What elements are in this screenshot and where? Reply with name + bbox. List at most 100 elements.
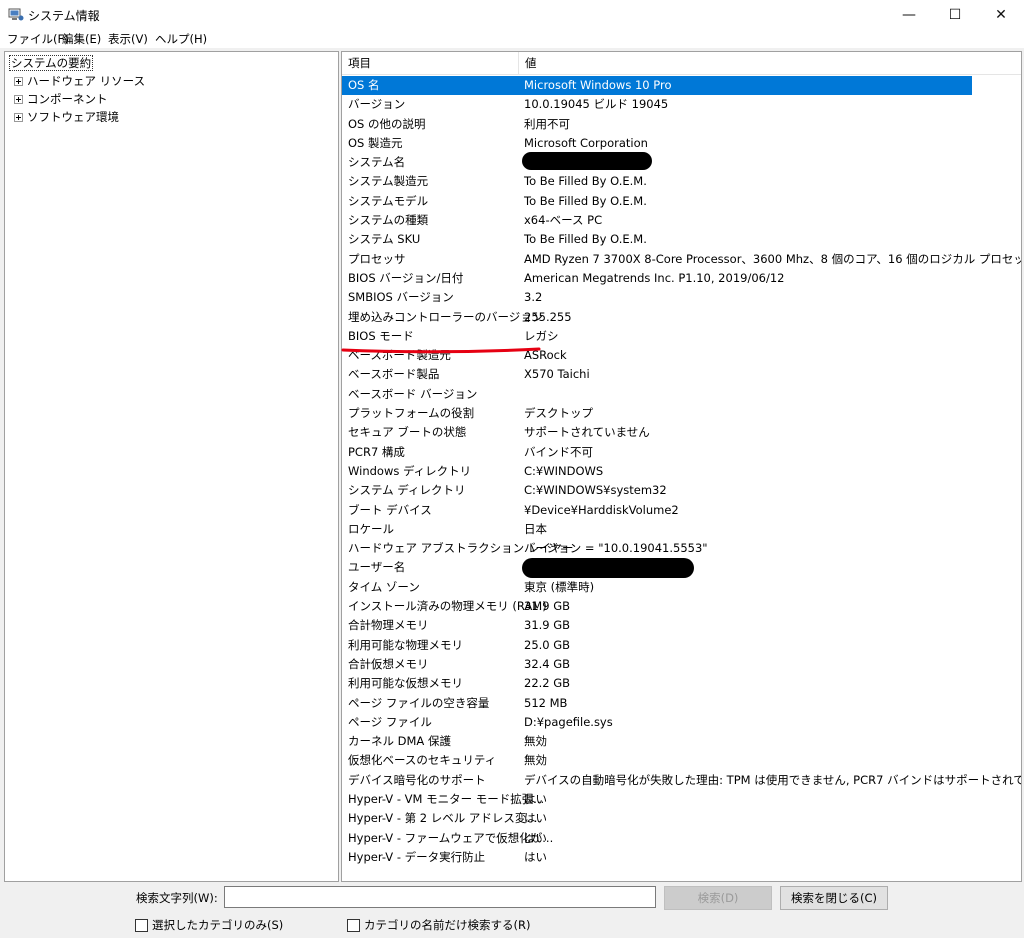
row-value: X570 Taichi [524,367,590,382]
expand-icon[interactable] [14,94,23,104]
table-row[interactable]: BIOS モード レガシ [342,327,1021,346]
row-value: 25.0 GB [524,637,571,652]
search-button[interactable]: 検索(D) [664,886,772,910]
row-item: 仮想化ベースのセキュリティ [348,753,497,768]
menu-view[interactable]: 表示(V) [108,31,148,47]
table-row[interactable]: システム名 [342,153,1021,172]
row-item: インストール済みの物理メモリ (RAM) [348,599,547,614]
table-row[interactable]: ブート デバイス ¥Device¥HarddiskVolume2 [342,501,1021,520]
row-value: D:¥pagefile.sys [524,714,613,729]
table-row[interactable]: ページ ファイルの空き容量 512 MB [342,694,1021,713]
column-header-value[interactable]: 値 [519,52,1020,74]
menu-edit[interactable]: 編集(E) [62,31,101,47]
table-row[interactable]: プロセッサ AMD Ryzen 7 3700X 8-Core Processor、… [342,250,1021,269]
row-value: 512 MB [524,695,568,710]
selected-category-only-checkbox[interactable]: 選択したカテゴリのみ(S) [135,917,283,933]
row-value: ¥Device¥HarddiskVolume2 [524,502,679,517]
tree-item-components[interactable]: コンポーネント [14,91,108,107]
table-row[interactable]: Windows ディレクトリ C:¥WINDOWS [342,462,1021,481]
table-row[interactable]: バージョン 10.0.19045 ビルド 19045 [342,95,1021,114]
table-row[interactable]: OS の他の説明 利用不可 [342,115,1021,134]
close-button[interactable]: ✕ [978,0,1024,30]
row-item: システム SKU [348,232,421,247]
category-names-only-checkbox[interactable]: カテゴリの名前だけ検索する(R) [347,917,530,933]
table-row[interactable]: 仮想化ベースのセキュリティ 無効 [342,751,1021,770]
row-item: BIOS モード [348,328,414,343]
row-item: 利用可能な仮想メモリ [348,676,463,691]
redaction-mark [522,558,694,578]
row-item: ページ ファイルの空き容量 [348,695,490,710]
table-row[interactable]: ベースボード製品 X570 Taichi [342,365,1021,384]
table-row[interactable]: システムモデル To Be Filled By O.E.M. [342,192,1021,211]
row-item: 合計物理メモリ [348,618,429,633]
table-row[interactable]: 埋め込みコントローラーのバージョン 255.255 [342,308,1021,327]
row-item: Hyper-V - データ実行防止 [348,849,486,864]
table-row[interactable]: BIOS バージョン/日付 American Megatrends Inc. P1… [342,269,1021,288]
table-row[interactable]: プラットフォームの役割 デスクトップ [342,404,1021,423]
table-row[interactable]: SMBIOS バージョン 3.2 [342,288,1021,307]
row-item: ベースボード バージョン [348,386,478,401]
row-item: プロセッサ [348,251,406,266]
window-title: システム情報 [28,9,100,23]
tree-item-software-environment[interactable]: ソフトウェア環境 [14,109,119,125]
minimize-icon: — [902,7,916,23]
row-value: はい [524,811,547,826]
checkbox-icon[interactable] [135,918,148,932]
table-row[interactable]: カーネル DMA 保護 無効 [342,732,1021,751]
tree-item-label: コンポーネント [27,92,108,106]
table-row[interactable]: ロケール 日本 [342,520,1021,539]
table-row[interactable]: PCR7 構成 バインド不可 [342,443,1021,462]
expand-icon[interactable] [14,112,23,122]
red-underline-annotation [341,347,541,354]
checkbox-label: カテゴリの名前だけ検索する(R) [364,918,531,932]
column-header-item[interactable]: 項目 [342,52,519,74]
table-row[interactable]: システム ディレクトリ C:¥WINDOWS¥system32 [342,481,1021,500]
checkbox-icon[interactable] [347,918,360,932]
expand-icon[interactable] [14,76,23,86]
row-item: ユーザー名 [348,560,406,575]
close-search-button[interactable]: 検索を閉じる(C) [780,886,888,910]
row-item: PCR7 構成 [348,444,405,459]
menu-help[interactable]: ヘルプ(H) [155,31,207,47]
row-item: 利用可能な物理メモリ [348,637,463,652]
tree-item-hardware-resources[interactable]: ハードウェア リソース [14,73,145,89]
table-row[interactable]: 合計物理メモリ 31.9 GB [342,616,1021,635]
table-row[interactable]: システムの種類 x64-ベース PC [342,211,1021,230]
table-row[interactable]: セキュア ブートの状態 サポートされていません [342,423,1021,442]
details-pane: 項目 値 OS 名 Microsoft Windows 10 Pro バージョン 10… [341,51,1022,882]
table-row[interactable]: OS 製造元 Microsoft Corporation [342,134,1021,153]
menu-file[interactable]: ファイル(F) [7,31,69,47]
search-input[interactable] [224,886,656,908]
row-item: プラットフォームの役割 [348,406,475,421]
table-row[interactable]: デバイス暗号化のサポート デバイスの自動暗号化が失敗した理由: TPM は使用でき… [342,771,1021,790]
table-row[interactable]: Hyper-V - 第 2 レベル アドレス変... はい [342,809,1021,828]
minimize-button[interactable]: — [886,0,932,30]
table-row[interactable]: ハードウェア アブストラクション レイヤー バージョン = "10.0.19041… [342,539,1021,558]
table-row[interactable]: 利用可能な物理メモリ 25.0 GB [342,636,1021,655]
table-row[interactable]: OS 名 Microsoft Windows 10 Pro [342,76,972,96]
table-row[interactable]: Hyper-V - データ実行防止 はい [342,848,1021,867]
table-row[interactable]: 利用可能な仮想メモリ 22.2 GB [342,674,1021,693]
table-row[interactable]: Hyper-V - ファームウェアで仮想化が... はい [342,829,1021,848]
row-value: デスクトップ [524,406,593,421]
row-item: カーネル DMA 保護 [348,734,451,749]
table-row[interactable]: タイム ゾーン 東京 (標準時) [342,578,1021,597]
row-item: セキュア ブートの状態 [348,425,467,440]
system-info-icon [8,8,24,21]
tree-item-system-summary[interactable]: システムの要約 [9,55,94,71]
row-item: SMBIOS バージョン [348,290,454,305]
table-row[interactable]: システム SKU To Be Filled By O.E.M. [342,230,1021,249]
row-item: Hyper-V - 第 2 レベル アドレス変... [348,811,538,826]
table-row[interactable]: インストール済みの物理メモリ (RAM) 31.9 GB [342,597,1021,616]
row-item: ロケール [348,521,394,536]
maximize-icon: ☐ [948,7,962,23]
table-row[interactable]: Hyper-V - VM モニター モード拡張... はい [342,790,1021,809]
table-row[interactable]: 合計仮想メモリ 32.4 GB [342,655,1021,674]
close-icon: ✕ [995,7,1007,23]
category-tree: システムの要約 ハードウェア リソース コンポーネント ソフトウェア環境 [4,51,339,882]
table-row[interactable]: ページ ファイル D:¥pagefile.sys [342,713,1021,732]
table-row[interactable]: ベースボード バージョン [342,385,1021,404]
maximize-button[interactable]: ☐ [932,0,978,30]
table-row[interactable]: システム製造元 To Be Filled By O.E.M. [342,172,1021,191]
row-value: AMD Ryzen 7 3700X 8-Core Processor、3600 … [524,251,1022,266]
